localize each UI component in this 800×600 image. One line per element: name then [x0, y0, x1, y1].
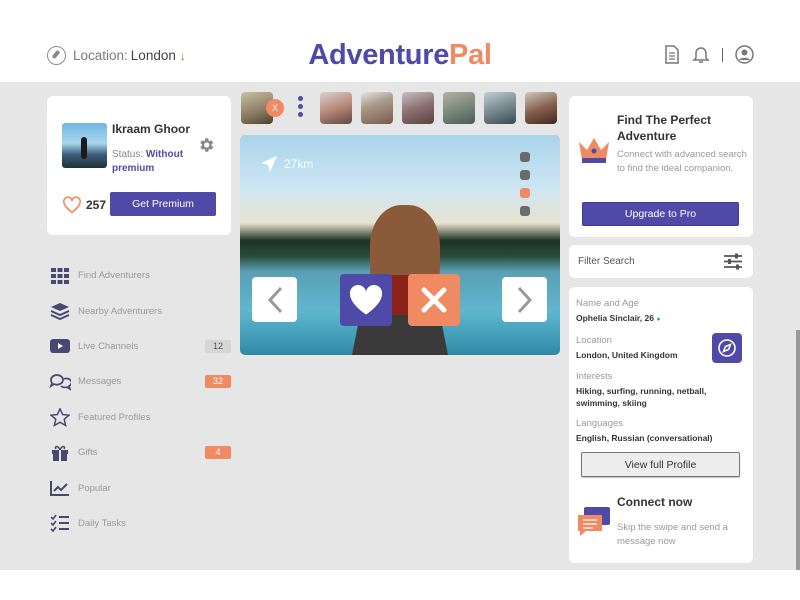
- checklist-icon: [47, 514, 73, 533]
- languages-value: English, Russian (conversational): [576, 433, 713, 443]
- story-thumbnail[interactable]: [525, 92, 557, 124]
- layers-icon: [47, 302, 73, 321]
- sidebar-item-label: Popular: [78, 482, 111, 494]
- user-icon[interactable]: [735, 45, 754, 64]
- like-button[interactable]: [340, 274, 392, 326]
- star-icon: [47, 407, 73, 427]
- next-button[interactable]: [502, 277, 547, 322]
- sidebar-item-featured-profiles[interactable]: Featured Profiles: [47, 400, 233, 435]
- sidebar-item-nearby-adventurers[interactable]: Nearby Adventurers: [47, 293, 233, 328]
- photo-dot[interactable]: [520, 152, 530, 162]
- connect-text: Skip the swipe and send a message now: [617, 522, 728, 547]
- close-icon: [421, 287, 447, 313]
- sidebar-item-label: Daily Tasks: [78, 517, 126, 529]
- sidebar-item-live-channels[interactable]: Live Channels 12: [47, 329, 233, 364]
- chevron-left-icon: [267, 286, 282, 313]
- connect-title: Connect now: [617, 495, 693, 509]
- photo-dot[interactable]: [520, 206, 530, 216]
- chevron-right-icon: [517, 286, 532, 313]
- previous-button[interactable]: [252, 277, 297, 322]
- app-header: Location: London ↓ AdventurePal: [0, 0, 800, 82]
- name-age-value: Ophelia Sinclair, 26 ●: [576, 312, 716, 326]
- interests-label: Interests: [576, 371, 613, 382]
- play-icon: [47, 339, 73, 354]
- more-options-icon[interactable]: [298, 96, 304, 117]
- location-label: Location: [576, 335, 612, 346]
- navigation-arrow-icon: [261, 156, 277, 172]
- view-full-profile-button[interactable]: View full Profile: [581, 452, 740, 477]
- dislike-button[interactable]: [408, 274, 460, 326]
- scrollbar[interactable]: [796, 330, 800, 570]
- upgrade-text: Connect with advanced search to find the…: [617, 149, 747, 174]
- profile-status: Status: Without premium: [112, 148, 207, 176]
- location-button[interactable]: [712, 333, 742, 363]
- profile-card: Ikraam Ghoor Status: Without premium 257…: [47, 96, 231, 235]
- gift-icon: [47, 444, 73, 462]
- interests-value: Hiking, surfing, running, netball, swimm…: [576, 386, 707, 408]
- avatar[interactable]: [62, 123, 107, 168]
- story-thumbnail[interactable]: [443, 92, 475, 124]
- compass-icon: [718, 339, 736, 357]
- photo-dot-active[interactable]: [520, 188, 530, 198]
- chart-icon: [47, 480, 73, 497]
- likes-value: 257: [86, 198, 107, 212]
- heart-outline-icon: [63, 196, 81, 214]
- logo-part-2: Pal: [449, 39, 492, 71]
- match-details-card: Name and Age Ophelia Sinclair, 26 ● Loca…: [569, 287, 753, 563]
- header-separator: [722, 47, 723, 62]
- crown-icon: [579, 138, 609, 163]
- messages-badge: 32: [205, 375, 231, 389]
- sidebar-item-label: Nearby Adventurers: [78, 305, 162, 317]
- gear-icon[interactable]: [197, 136, 215, 154]
- sidebar-item-popular[interactable]: Popular: [47, 470, 233, 505]
- sliders-icon[interactable]: [723, 253, 743, 270]
- gifts-badge: 4: [205, 445, 231, 459]
- logo-part-1: Adventure: [308, 39, 450, 71]
- upgrade-card: Find The Perfect Adventure Connect with …: [569, 96, 753, 237]
- heart-icon: [349, 285, 383, 315]
- sidebar-item-label: Featured Profiles: [78, 411, 151, 423]
- upgrade-title: Find The Perfect Adventure: [617, 113, 712, 143]
- distance-indicator: 27km: [260, 155, 313, 173]
- distance-value: 27km: [284, 157, 314, 171]
- message-icon: [578, 507, 610, 536]
- sidebar-item-find-adventurers[interactable]: Find Adventurers: [47, 258, 233, 293]
- sidebar-item-label: Live Channels: [78, 340, 139, 352]
- filter-search-bar[interactable]: Filter Search: [569, 245, 753, 278]
- story-thumbnail[interactable]: [402, 92, 434, 124]
- story-thumbnail[interactable]: [484, 92, 516, 124]
- likes-count: 257: [62, 196, 106, 214]
- sidebar-item-label: Messages: [78, 376, 122, 388]
- document-icon[interactable]: [664, 45, 680, 64]
- location-value: London, United Kingdom: [576, 350, 678, 360]
- story-thumbnail[interactable]: [361, 92, 393, 124]
- sidebar-item-daily-tasks[interactable]: Daily Tasks: [47, 506, 233, 541]
- name-age-text: Ophelia Sinclair, 26: [576, 313, 654, 323]
- chat-icon: [47, 373, 73, 391]
- bell-icon[interactable]: [692, 45, 710, 64]
- sidebar-item-messages[interactable]: Messages 32: [47, 364, 233, 399]
- online-dot-icon: ●: [656, 316, 661, 323]
- sidebar-item-label: Gifts: [78, 447, 98, 459]
- photo-pagination: [520, 152, 530, 216]
- status-label: Status:: [112, 149, 144, 160]
- upgrade-to-pro-button[interactable]: Upgrade to Pro: [582, 202, 739, 226]
- filter-search-label: Filter Search: [578, 256, 635, 267]
- live-channels-badge: 12: [205, 339, 231, 353]
- get-premium-button[interactable]: Get Premium: [110, 192, 216, 216]
- photo-dot[interactable]: [520, 170, 530, 180]
- languages-label: Languages: [576, 418, 624, 429]
- close-story-badge[interactable]: X: [266, 99, 284, 117]
- grid-icon: [47, 267, 73, 284]
- sidebar-menu: Find Adventurers Nearby Adventurers Live…: [47, 258, 233, 541]
- profile-name: Ikraam Ghoor: [112, 122, 191, 136]
- name-age-label: Name and Age: [576, 298, 639, 309]
- sidebar-item-label: Find Adventurers: [78, 270, 150, 282]
- profile-photo[interactable]: 27km: [240, 135, 560, 355]
- story-thumbnail[interactable]: [320, 92, 352, 124]
- sidebar-item-gifts[interactable]: Gifts 4: [47, 435, 233, 470]
